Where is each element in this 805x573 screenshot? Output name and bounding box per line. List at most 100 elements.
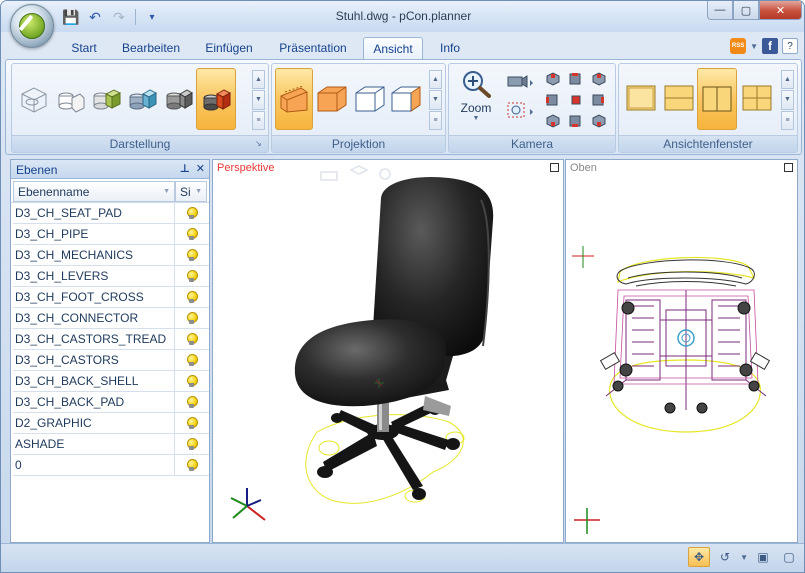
layer-row[interactable]: D3_CH_CASTORS_TREAD (13, 329, 209, 350)
single-view-button[interactable] (623, 70, 659, 126)
lightbulb-icon[interactable] (186, 207, 198, 219)
lightbulb-icon[interactable] (186, 312, 198, 324)
lightbulb-icon[interactable] (186, 459, 198, 471)
minimize-button[interactable]: — (707, 1, 733, 20)
lightbulb-icon[interactable] (186, 291, 198, 303)
rendered-style-button[interactable] (196, 68, 236, 130)
shaded-edges-style-button[interactable] (124, 70, 160, 126)
darstellung-gallery-scroll[interactable]: ▲ ▼ ≡ (252, 70, 265, 130)
tab-praesentation[interactable]: Präsentation (269, 37, 357, 59)
perspective-viewport[interactable]: Perspektive (212, 159, 564, 543)
gallery-expand-icon[interactable]: ≡ (429, 110, 442, 130)
help-icon[interactable]: ? (782, 38, 798, 54)
lightbulb-icon[interactable] (186, 249, 198, 261)
layer-row[interactable]: D3_CH_CASTORS (13, 350, 209, 371)
tab-start[interactable]: Start (61, 37, 107, 59)
lightbulb-icon[interactable] (186, 270, 198, 282)
rss-icon[interactable]: RSS (730, 38, 747, 54)
move-crosshair-icon[interactable]: ✥ (688, 547, 711, 567)
scroll-up-icon[interactable]: ▲ (781, 70, 794, 90)
group-darstellung: ▲ ▼ ≡ Darstellung ↘ (11, 63, 269, 153)
horizontal-split-button[interactable] (661, 70, 697, 126)
layer-row[interactable]: D3_CH_PIPE (13, 224, 209, 245)
hidden-line-style-button[interactable] (52, 70, 88, 126)
group-label-kamera: Kamera (449, 135, 615, 152)
isometric-button[interactable] (388, 70, 424, 126)
shaded-style-button[interactable] (88, 70, 124, 126)
tab-einfuegen[interactable]: Einfügen (195, 37, 263, 59)
scroll-up-icon[interactable]: ▲ (252, 70, 265, 90)
pin-icon[interactable]: ⊥ (180, 162, 190, 175)
view-cube-grid-icon[interactable] (543, 68, 613, 134)
four-viewport-icon (742, 85, 772, 111)
vertical-split-icon (702, 86, 732, 112)
layer-row[interactable]: 0 (13, 455, 209, 476)
scroll-up-icon[interactable]: ▲ (429, 70, 442, 90)
layer-row[interactable]: D3_CH_MECHANICS (13, 245, 209, 266)
chair-3d-render (230, 165, 494, 521)
orange-box-icon (317, 86, 347, 112)
group-ansichtenfenster: ▲ ▼ ≡ Ansichtenfenster (618, 63, 798, 153)
vertical-split-button[interactable] (697, 68, 737, 130)
layer-row[interactable]: D3_CH_BACK_SHELL (13, 371, 209, 392)
layer-row[interactable]: D3_CH_BACK_PAD (13, 392, 209, 413)
facebook-icon[interactable]: f (762, 38, 778, 54)
realistic-style-button[interactable] (160, 70, 196, 126)
four-view-button[interactable] (739, 70, 775, 126)
lightbulb-icon[interactable] (186, 228, 198, 240)
ansichtenfenster-gallery-scroll[interactable]: ▲ ▼ ≡ (781, 70, 794, 130)
watermark-icon (320, 165, 391, 181)
zoom-label: Zoom (460, 101, 492, 115)
lightbulb-icon[interactable] (186, 438, 198, 450)
shaded-edges-icon (129, 89, 158, 110)
chevron-down-icon: ▼ (472, 115, 480, 122)
fullscreen-icon[interactable]: ▢ (778, 547, 800, 567)
column-layer-name[interactable]: Ebenenname ▼ (13, 181, 175, 202)
layers-panel-header: Ebenen ⊥ ✕ (11, 160, 209, 179)
chevron-down-icon[interactable]: ▼ (750, 42, 758, 51)
parallel-shaded-button[interactable] (314, 70, 350, 126)
gallery-expand-icon[interactable]: ≡ (781, 110, 794, 130)
lightbulb-icon[interactable] (186, 333, 198, 345)
top-viewport[interactable]: Oben (565, 159, 798, 543)
zoom-window-button[interactable] (505, 100, 535, 122)
gallery-expand-icon[interactable]: ≡ (252, 110, 265, 130)
window-controls: — ▢ ✕ (707, 1, 802, 20)
lightbulb-icon[interactable] (186, 354, 198, 366)
close-button[interactable]: ✕ (759, 1, 802, 20)
zoom-button[interactable]: Zoom ▼ (455, 68, 497, 130)
lightbulb-icon[interactable] (186, 417, 198, 429)
tab-info[interactable]: Info (429, 37, 471, 59)
scroll-down-icon[interactable]: ▼ (252, 90, 265, 110)
tab-ansicht[interactable]: Ansicht (363, 37, 423, 59)
close-icon[interactable]: ✕ (196, 162, 205, 175)
view-box-icon[interactable]: ▣ (752, 547, 774, 567)
shaded-cube-icon (93, 89, 122, 110)
layer-row[interactable]: D2_GRAPHIC (13, 413, 209, 434)
perspective-projection-button[interactable] (275, 68, 313, 130)
wireframe-style-button[interactable] (16, 70, 52, 126)
maximize-button[interactable]: ▢ (733, 1, 759, 20)
layer-row[interactable]: D3_CH_FOOT_CROSS (13, 287, 209, 308)
projektion-gallery-scroll[interactable]: ▲ ▼ ≡ (429, 70, 442, 130)
scroll-down-icon[interactable]: ▼ (429, 90, 442, 110)
layer-row[interactable]: D3_CH_SEAT_PAD (13, 203, 209, 224)
app-window: 💾 ↶ ↷ ▾ Stuhl.dwg - pCon.planner — ▢ ✕ S… (0, 0, 805, 573)
group-label-ansichtenfenster: Ansichtenfenster (619, 135, 797, 152)
parallel-wire-button[interactable] (352, 70, 388, 126)
tab-bearbeiten[interactable]: Bearbeiten (113, 37, 189, 59)
dialog-launcher-icon[interactable]: ↘ (255, 139, 265, 149)
layer-row[interactable]: D3_CH_LEVERS (13, 266, 209, 287)
app-menu-button[interactable] (10, 4, 54, 48)
title-bar: 💾 ↶ ↷ ▾ Stuhl.dwg - pCon.planner — ▢ ✕ (1, 1, 804, 48)
lightbulb-icon[interactable] (186, 396, 198, 408)
chevron-down-icon[interactable]: ▼ (740, 553, 748, 562)
lightbulb-icon[interactable] (186, 375, 198, 387)
scroll-down-icon[interactable]: ▼ (781, 90, 794, 110)
layer-row[interactable]: D3_CH_CONNECTOR (13, 308, 209, 329)
snap-magnet-icon[interactable]: ↺ (714, 547, 736, 567)
layer-name: D3_CH_BACK_SHELL (13, 371, 175, 391)
camera-pan-button[interactable] (505, 72, 535, 90)
column-visible[interactable]: Si ▼ (175, 181, 207, 202)
layer-row[interactable]: ASHADE (13, 434, 209, 455)
